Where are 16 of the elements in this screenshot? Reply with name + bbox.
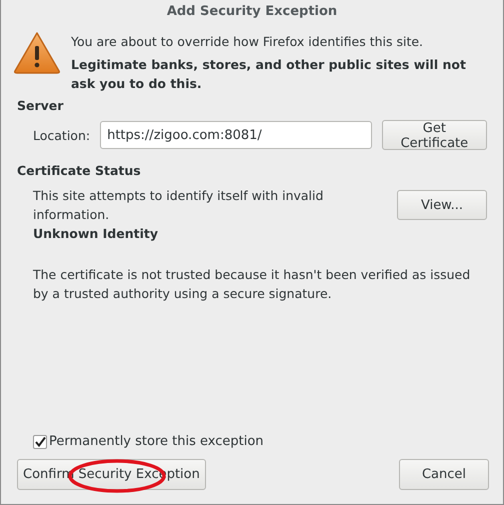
- problem-title: Unknown Identity: [33, 225, 160, 243]
- status-description: This site attempts to identify itself with invalid information.: [33, 187, 324, 224]
- window-title: Add Security Exception: [166, 3, 338, 21]
- warning-emphasis: Legitimate banks, stores, and other public sites will not ask you to do this.: [71, 56, 467, 93]
- view-button[interactable]: View...: [397, 190, 487, 220]
- checkbox[interactable]: [33, 434, 47, 448]
- section-heading: Certificate Status: [17, 162, 142, 180]
- location-label: Location:: [33, 128, 90, 142]
- location-field[interactable]: https://zigoo.com:8081/: [100, 121, 372, 149]
- warning-icon: [13, 31, 61, 75]
- cancel-button[interactable]: Cancel: [399, 459, 489, 490]
- section-heading: Server: [17, 97, 64, 115]
- warning-message: You are about to override how Firefox identifies this site.: [71, 33, 424, 51]
- get-certificate-button[interactable]: Get Certificate: [382, 120, 487, 150]
- problem-text: The certificate is not trusted because it hasn't been verified as issued by a trusted authority using a secure signature.: [33, 266, 472, 303]
- checkbox-label: Permanently store this exception: [49, 434, 264, 449]
